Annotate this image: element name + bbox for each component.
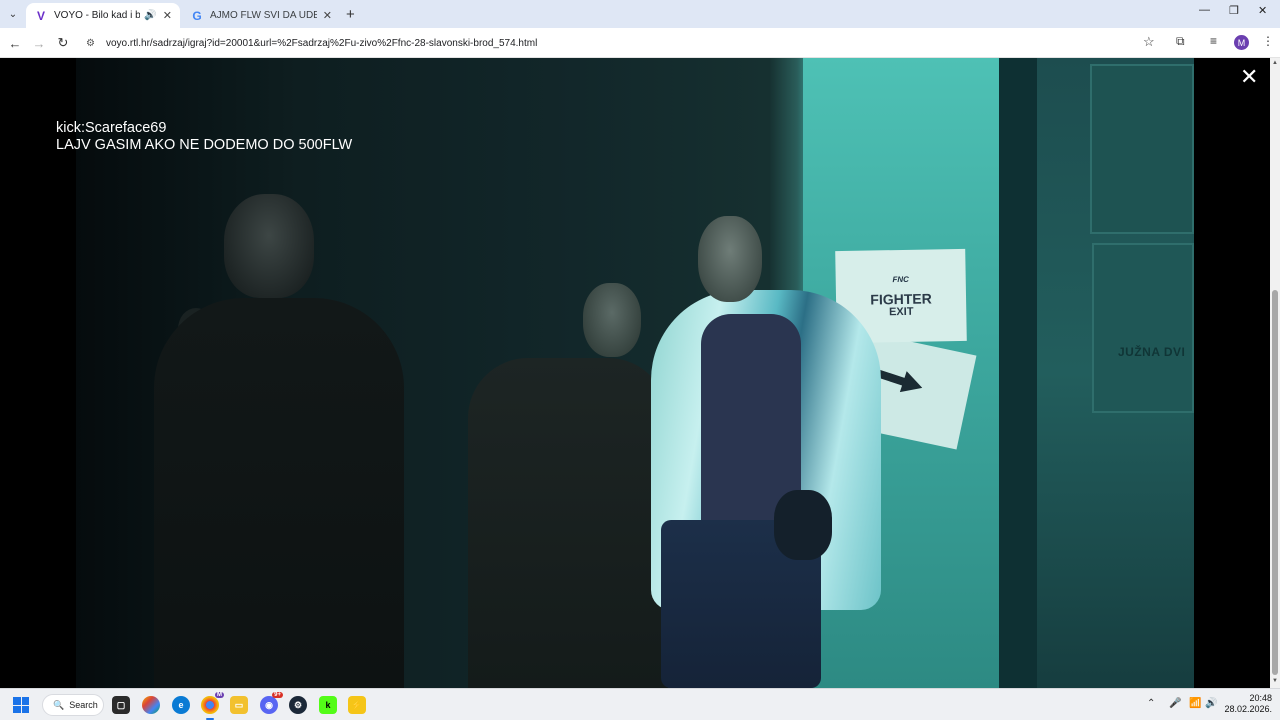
tab-voyo[interactable]: V VOYO - Bilo kad i bilo gdje 🔊 ✕ <box>26 3 180 28</box>
discord-icon[interactable]: ◉ 9+ <box>260 692 283 714</box>
close-window-button[interactable]: ✕ <box>1258 4 1267 17</box>
copilot-icon[interactable] <box>142 696 160 714</box>
tab-search-button[interactable]: ⌄ <box>4 5 22 23</box>
google-icon: G <box>192 8 202 23</box>
fighter-glove <box>774 490 832 560</box>
chrome-profile-badge: M <box>215 692 224 698</box>
url-text: voyo.rtl.hr/sadrzaj/igraj?id=20001&url=%… <box>106 37 538 49</box>
tab-title: AJMO FLW SVI DA UDEM U PR <box>210 10 317 21</box>
media-controls-icon[interactable]: ≡ <box>1210 34 1217 48</box>
close-player-icon[interactable]: ✕ <box>1240 66 1258 88</box>
browser-toolbar: ← → ↻ ⚙ voyo.rtl.hr/sadrzaj/igraj?id=200… <box>0 28 1280 58</box>
scroll-thumb[interactable] <box>1272 290 1278 675</box>
close-tab-icon[interactable]: ✕ <box>163 9 172 22</box>
close-tab-icon[interactable]: ✕ <box>323 9 332 22</box>
chevron-up-icon[interactable]: ⌃ <box>1147 698 1155 709</box>
volume-icon[interactable]: 🔊 <box>1205 698 1217 709</box>
discord-badge: 9+ <box>272 692 283 698</box>
extensions-icon[interactable]: ⧉ <box>1176 34 1185 49</box>
restore-button[interactable]: ❐ <box>1229 4 1239 17</box>
obs-icon[interactable]: ⚡ <box>348 696 366 714</box>
back-button[interactable]: ← <box>6 34 24 52</box>
stream-overlay: kick:Scareface69 LAJV GASIM AKO NE DODEM… <box>56 120 352 154</box>
overlay-line-1: kick:Scareface69 <box>56 120 167 136</box>
tab-google[interactable]: G AJMO FLW SVI DA UDEM U PR ✕ <box>182 3 340 28</box>
site-settings-icon[interactable]: ⚙ <box>86 38 100 49</box>
chrome-icon[interactable]: M <box>201 692 224 720</box>
edge-icon[interactable]: e <box>172 696 190 714</box>
door-window <box>1090 64 1194 234</box>
person-middle-body <box>468 358 668 688</box>
speaker-icon[interactable]: 🔊 <box>144 10 156 21</box>
person-left-head <box>224 194 314 298</box>
door-frame <box>999 58 1037 688</box>
arrow-right-icon: → <box>32 35 46 51</box>
menu-icon[interactable]: ⋮ <box>1262 34 1274 48</box>
sign-line-1: FIGHTER <box>870 289 932 308</box>
clock[interactable]: 20:48 28.02.2026. <box>1222 693 1272 715</box>
video-player[interactable]: JUŽNA DVI FNC FIGHTER EXIT kick:Scarefac… <box>0 58 1270 688</box>
scroll-up-icon[interactable]: ▲ <box>1272 60 1278 66</box>
windows-start-icon[interactable] <box>13 697 29 713</box>
door-window <box>1092 243 1194 413</box>
task-view-icon[interactable]: ▢ <box>112 696 130 714</box>
file-explorer-icon[interactable]: ▭ <box>230 696 248 714</box>
tab-strip: ⌄ V VOYO - Bilo kad i bilo gdje 🔊 ✕ G AJ… <box>0 0 1280 28</box>
clock-date: 28.02.2026. <box>1224 704 1272 714</box>
page-scrollbar[interactable]: ▲ ▼ <box>1270 58 1280 688</box>
scroll-down-icon[interactable]: ▼ <box>1272 678 1278 684</box>
microphone-icon[interactable]: 🎤 <box>1169 698 1181 709</box>
steam-icon[interactable]: ⚙ <box>289 696 307 714</box>
taskbar-search[interactable]: 🔍 Search <box>42 694 104 716</box>
profile-avatar[interactable]: M <box>1234 35 1249 50</box>
taskbar: 🔍 Search ▢ e M ▭ ◉ 9+ ⚙ k ⚡ ⌃ 🎤 📶 🔊 20:4… <box>0 688 1280 720</box>
voyo-icon: V <box>36 8 45 23</box>
arrow-left-icon: ← <box>8 35 22 51</box>
wifi-icon[interactable]: 📶 <box>1189 698 1201 709</box>
sign-brand: FNC <box>892 274 909 284</box>
door-sign-text: JUŽNA DVI <box>1118 345 1186 359</box>
chevron-down-icon: ⌄ <box>8 8 18 20</box>
search-icon: 🔍 <box>53 699 65 710</box>
minimize-button[interactable]: — <box>1199 4 1210 16</box>
person-middle-head <box>583 283 641 357</box>
fighter-head <box>698 216 762 302</box>
person-left-body <box>154 298 404 688</box>
search-label: Search <box>69 700 98 710</box>
reload-icon: ↻ <box>57 35 69 50</box>
sign-line-2: EXIT <box>888 305 914 318</box>
new-tab-button[interactable]: + <box>346 6 355 23</box>
address-bar[interactable]: ⚙ voyo.rtl.hr/sadrzaj/igraj?id=20001&url… <box>78 31 1168 55</box>
bookmark-star-icon[interactable]: ☆ <box>1143 34 1155 50</box>
overlay-line-2: LAJV GASIM AKO NE DODEMO DO 500FLW <box>56 137 353 153</box>
forward-button[interactable]: → <box>30 34 48 52</box>
kick-icon[interactable]: k <box>319 696 337 714</box>
clock-time: 20:48 <box>1249 693 1272 703</box>
tab-title: VOYO - Bilo kad i bilo gdje <box>54 10 141 21</box>
reload-button[interactable]: ↻ <box>54 34 72 52</box>
